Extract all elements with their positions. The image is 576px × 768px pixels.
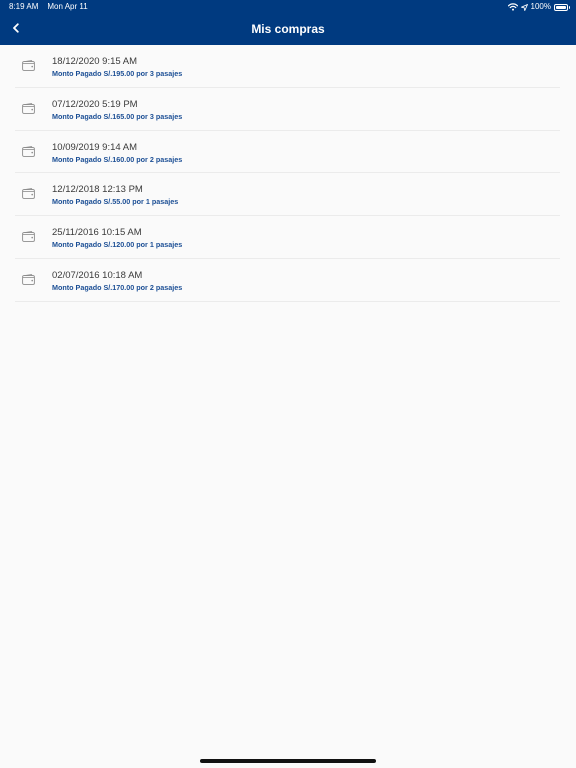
purchase-amount: Monto Pagado S/.160.00 por 2 pasajes xyxy=(52,154,183,164)
purchase-date: 18/12/2020 9:15 AM xyxy=(52,56,138,67)
wallet-icon xyxy=(22,231,35,243)
home-indicator[interactable] xyxy=(200,759,376,763)
purchase-row[interactable]: 25/11/2016 10:15 AM Monto Pagado S/.120.0… xyxy=(15,216,560,259)
purchase-amount: Monto Pagado S/.120.00 por 1 pasajes xyxy=(52,240,183,250)
location-arrow-icon xyxy=(520,3,528,11)
purchase-date: 02/07/2016 10:18 AM xyxy=(52,269,143,281)
purchase-amount: Monto Pagado S/.165.00 por 3 pasajes xyxy=(52,111,183,121)
purchase-date: 25/11/2016 10:15 AM xyxy=(52,227,142,239)
purchase-amount: Monto Pagado S/.55.00 por 1 pasajes xyxy=(52,197,179,207)
wallet-icon xyxy=(22,188,35,200)
purchase-row[interactable]: 02/07/2016 10:18 AM Monto Pagado S/.170.0… xyxy=(15,259,560,302)
wallet-icon xyxy=(22,274,35,285)
battery-percent: 100% xyxy=(530,2,551,11)
purchase-amount: Monto Pagado S/.170.00 por 2 pasajes xyxy=(52,282,183,292)
purchase-date: 12/12/2018 12:13 PM xyxy=(52,184,143,196)
status-time: 8:19 AM xyxy=(9,2,39,11)
purchase-row[interactable]: 07/12/2020 5:19 PM Monto Pagado S/.165.00… xyxy=(15,88,560,131)
navigation-bar: Mis compras xyxy=(0,14,576,45)
battery-fill xyxy=(556,5,566,9)
wallet-icon xyxy=(22,60,35,71)
purchase-date: 07/12/2020 5:19 PM xyxy=(52,98,138,110)
status-right: 100% xyxy=(507,0,570,14)
wallet-icon xyxy=(22,145,35,157)
purchase-row[interactable]: 18/12/2020 9:15 AM Monto Pagado S/.195.00… xyxy=(15,45,560,88)
wifi-icon xyxy=(507,3,518,11)
status-left: 8:19 AM Mon Apr 11 xyxy=(9,0,88,14)
purchase-list: 18/12/2020 9:15 AM Monto Pagado S/.195.00… xyxy=(0,45,576,302)
purchase-row[interactable]: 12/12/2018 12:13 PM Monto Pagado S/.55.00… xyxy=(15,173,560,217)
status-bar: 8:19 AM Mon Apr 11 100% xyxy=(0,0,576,14)
battery-icon xyxy=(554,3,570,11)
purchase-amount: Monto Pagado S/.195.00 por 3 pasajes xyxy=(52,69,183,78)
page-title: Mis compras xyxy=(251,22,325,36)
status-date: Mon Apr 11 xyxy=(47,2,88,11)
purchase-date: 10/09/2019 9:14 AM xyxy=(52,141,138,153)
wallet-icon xyxy=(22,102,35,114)
purchase-row[interactable]: 10/09/2019 9:14 AM Monto Pagado S/.160.00… xyxy=(15,131,560,174)
